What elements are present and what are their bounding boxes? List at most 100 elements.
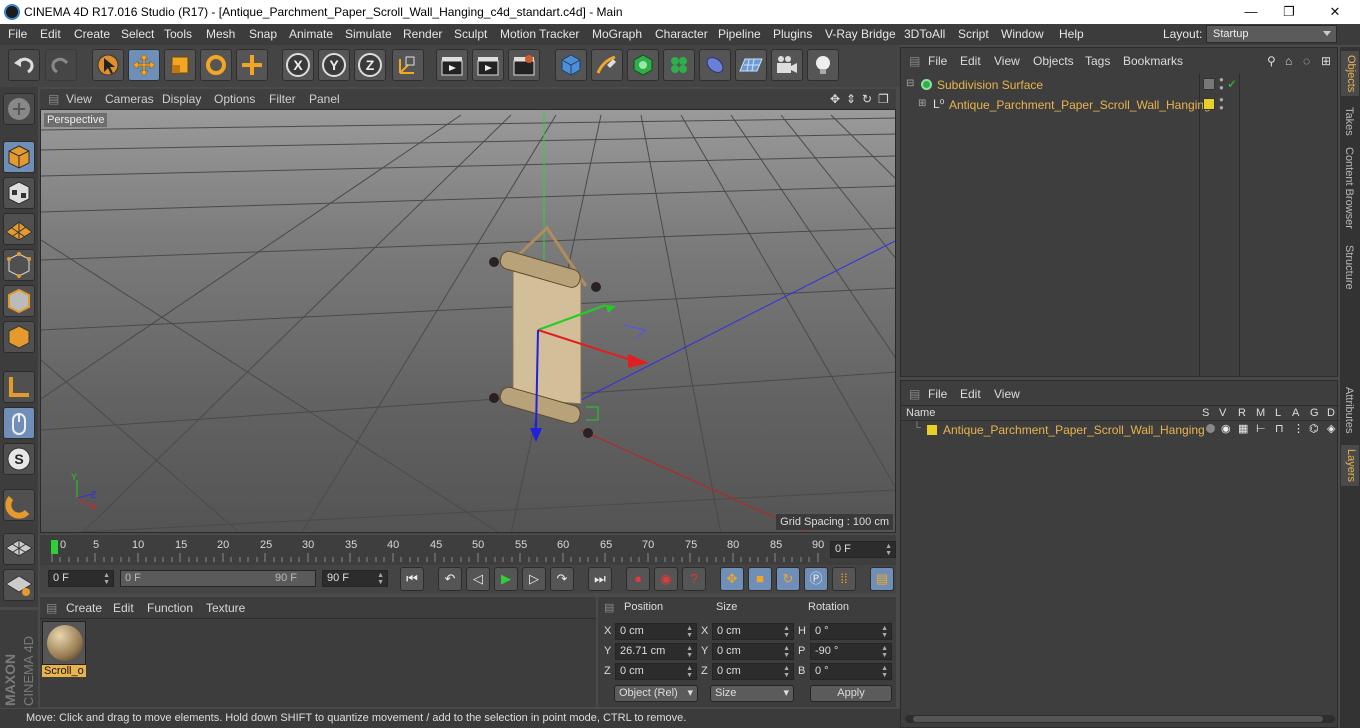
workplane-mode-button[interactable] xyxy=(3,213,35,245)
object-row[interactable]: ⊞ L⁰ Antique_Parchment_Paper_Scroll_Wall… xyxy=(901,95,1339,115)
key-position-button[interactable]: ✥ xyxy=(720,567,744,591)
column-manager[interactable]: M xyxy=(1256,407,1265,419)
enable-axis-button[interactable] xyxy=(3,371,35,403)
enabled-check-icon[interactable]: ✓ xyxy=(1227,77,1237,91)
add-subdivision-button[interactable] xyxy=(627,49,659,81)
minimize-button[interactable]: — xyxy=(1236,2,1266,22)
material-swatch[interactable]: Scroll_o xyxy=(42,621,86,679)
viewport-menu-view[interactable]: View xyxy=(66,92,92,106)
add-light-button[interactable] xyxy=(807,49,839,81)
move-tool-button[interactable] xyxy=(128,49,160,81)
viewport-rotate-icon[interactable]: ↻ xyxy=(862,92,872,106)
visibility-dots-icon[interactable]: ● ● xyxy=(1219,96,1224,112)
pos-y-field[interactable]: 26.71 cm ▲ ▼ xyxy=(615,643,697,660)
menu-snap[interactable]: Snap xyxy=(249,27,277,41)
horizontal-scrollbar[interactable] xyxy=(905,715,1335,723)
object-menu-file[interactable]: File xyxy=(928,54,947,68)
rot-p-field[interactable]: -90 ° ▲ ▼ xyxy=(810,643,892,660)
tab-layers[interactable]: Layers xyxy=(1341,445,1359,487)
previous-frame-button[interactable]: ◁ xyxy=(466,567,490,591)
next-key-button[interactable]: ↷ xyxy=(550,567,574,591)
viewport-menu-filter[interactable]: Filter xyxy=(269,92,296,106)
camera-label[interactable]: Perspective xyxy=(44,113,108,127)
material-menu-edit[interactable]: Edit xyxy=(113,601,134,615)
next-frame-button[interactable]: ▷ xyxy=(522,567,546,591)
menu-file[interactable]: File xyxy=(8,27,27,41)
menu-3dtoall[interactable]: 3DToAll xyxy=(904,27,945,41)
lock-icon[interactable]: ⊓ xyxy=(1275,422,1284,435)
z-axis-lock-button[interactable]: Z xyxy=(354,49,386,81)
generator-icon[interactable]: ⌬ xyxy=(1309,422,1319,435)
tab-attributes[interactable]: Attributes xyxy=(1343,387,1355,433)
tab-objects[interactable]: Objects xyxy=(1341,51,1359,97)
x-axis-lock-button[interactable]: X xyxy=(282,49,314,81)
animation-film-icon[interactable]: ⋮ xyxy=(1293,422,1304,435)
deformer-icon[interactable]: ◈ xyxy=(1327,422,1335,435)
column-view[interactable]: V xyxy=(1219,407,1226,419)
current-frame-field[interactable]: 0 F ▲ ▼ xyxy=(830,541,896,558)
add-floor-button[interactable] xyxy=(735,49,767,81)
menu-vray-bridge[interactable]: V-Ray Bridge xyxy=(825,27,896,41)
viewport-menu-display[interactable]: Display xyxy=(162,92,201,106)
recent-tool-button[interactable] xyxy=(236,49,268,81)
previous-key-button[interactable]: ↶ xyxy=(438,567,462,591)
autokey-button[interactable]: ◉ xyxy=(654,567,678,591)
object-menu-view[interactable]: View xyxy=(994,54,1020,68)
coordinate-system-button[interactable] xyxy=(392,49,424,81)
size-x-field[interactable]: 0 cm ▲ ▼ xyxy=(712,623,794,640)
key-scale-button[interactable]: ■ xyxy=(748,567,772,591)
model-mode-button[interactable] xyxy=(3,141,35,173)
size-z-field[interactable]: 0 cm ▲ ▼ xyxy=(712,663,794,680)
render-clapboard-icon[interactable]: ▦ xyxy=(1238,422,1248,435)
key-parameter-button[interactable]: Ⓟ xyxy=(804,567,828,591)
column-locked[interactable]: L xyxy=(1275,407,1281,419)
menu-render[interactable]: Render xyxy=(403,27,442,41)
edge-mode-button[interactable] xyxy=(3,285,35,317)
apply-button[interactable]: Apply xyxy=(810,685,892,702)
make-editable-button[interactable] xyxy=(3,93,35,125)
point-mode-button[interactable] xyxy=(3,249,35,281)
key-pla-button[interactable]: ⁞⁞ xyxy=(832,567,856,591)
viewport-move-icon[interactable]: ✥ xyxy=(830,92,840,106)
layer-tag-icon[interactable] xyxy=(1203,78,1215,90)
menu-tools[interactable]: Tools xyxy=(164,27,192,41)
column-deformers[interactable]: D xyxy=(1327,407,1335,419)
menu-sculpt[interactable]: Sculpt xyxy=(454,27,487,41)
add-deformer-button[interactable] xyxy=(699,49,731,81)
object-row[interactable]: ⊟ Subdivision Surface ● ● ✓ xyxy=(901,75,1339,95)
render-view-button[interactable] xyxy=(436,49,468,81)
menu-character[interactable]: Character xyxy=(655,27,708,41)
eye-icon[interactable]: ◉ xyxy=(1221,422,1231,435)
layer-menu-file[interactable]: File xyxy=(928,387,947,401)
3d-viewport[interactable]: Y Z X Perspective Grid Spacing : 100 cm xyxy=(40,109,896,533)
menu-pipeline[interactable]: Pipeline xyxy=(718,27,761,41)
timeline-ruler[interactable]: 0 5 10 15 20 25 30 35 40 45 50 55 60 65 … xyxy=(40,535,896,565)
visibility-dots-icon[interactable]: ● ● xyxy=(1219,76,1224,92)
collapse-toggle-icon[interactable]: ⊟ xyxy=(906,78,914,89)
layer-menu-view[interactable]: View xyxy=(994,387,1020,401)
redo-button[interactable] xyxy=(45,49,77,81)
menu-plugins[interactable]: Plugins xyxy=(773,27,812,41)
material-menu-create[interactable]: Create xyxy=(66,601,102,615)
menu-mesh[interactable]: Mesh xyxy=(206,27,235,41)
layout-select[interactable]: Startup xyxy=(1206,25,1337,43)
solo-button[interactable]: S xyxy=(3,443,35,475)
layer-color-swatch[interactable] xyxy=(927,425,937,435)
workplane-align-button[interactable] xyxy=(3,569,35,601)
menu-motion-tracker[interactable]: Motion Tracker xyxy=(500,27,579,41)
render-to-picture-viewer-button[interactable] xyxy=(472,49,504,81)
size-y-field[interactable]: 0 cm ▲ ▼ xyxy=(712,643,794,660)
viewport-zoom-icon[interactable]: ⇕ xyxy=(846,92,856,106)
manager-tree-icon[interactable]: ⊢ xyxy=(1256,422,1266,435)
workplane-lock-button[interactable] xyxy=(3,533,35,565)
menu-animate[interactable]: Animate xyxy=(289,27,333,41)
solo-toggle-icon[interactable] xyxy=(1206,424,1215,433)
add-camera-button[interactable] xyxy=(771,49,803,81)
tab-structure[interactable]: Structure xyxy=(1343,245,1355,290)
add-mograph-button[interactable] xyxy=(663,49,695,81)
scrollbar-thumb[interactable] xyxy=(913,716,1323,722)
home-icon[interactable]: ⌂ xyxy=(1285,54,1292,68)
viewport-menu-options[interactable]: Options xyxy=(214,92,255,106)
add-spline-button[interactable] xyxy=(591,49,623,81)
scale-tool-button[interactable] xyxy=(164,49,196,81)
